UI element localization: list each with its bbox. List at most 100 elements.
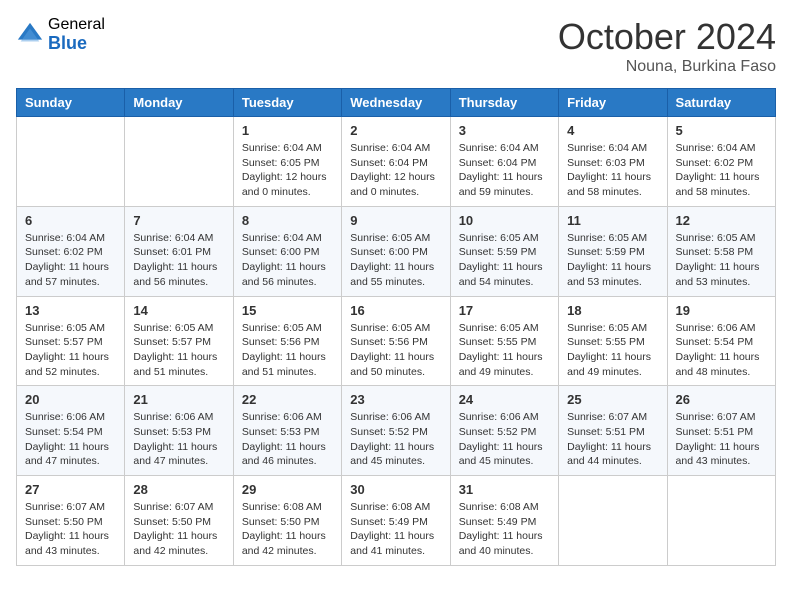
calendar-cell: 13 Sunrise: 6:05 AM Sunset: 5:57 PM Dayl… (17, 296, 125, 386)
calendar-week-row: 1 Sunrise: 6:04 AM Sunset: 6:05 PM Dayli… (17, 117, 776, 207)
column-header-monday: Monday (125, 89, 233, 117)
sunset-label: Sunset: 5:55 PM (567, 336, 645, 348)
day-number: 3 (459, 123, 550, 138)
day-info: Sunrise: 6:04 AM Sunset: 6:01 PM Dayligh… (133, 231, 224, 290)
day-info: Sunrise: 6:07 AM Sunset: 5:51 PM Dayligh… (567, 410, 658, 469)
day-info: Sunrise: 6:06 AM Sunset: 5:54 PM Dayligh… (676, 321, 767, 380)
day-number: 21 (133, 392, 224, 407)
sunset-label: Sunset: 5:50 PM (133, 516, 211, 528)
daylight-label: Daylight: 11 hours and 51 minutes. (242, 351, 326, 378)
logo-text: General Blue (48, 16, 105, 53)
sunrise-label: Sunrise: 6:07 AM (676, 411, 756, 423)
day-number: 9 (350, 213, 441, 228)
day-info: Sunrise: 6:04 AM Sunset: 6:04 PM Dayligh… (350, 141, 441, 200)
day-info: Sunrise: 6:08 AM Sunset: 5:49 PM Dayligh… (350, 500, 441, 559)
calendar-cell: 11 Sunrise: 6:05 AM Sunset: 5:59 PM Dayl… (559, 206, 667, 296)
location: Nouna, Burkina Faso (558, 58, 776, 76)
calendar-cell: 6 Sunrise: 6:04 AM Sunset: 6:02 PM Dayli… (17, 206, 125, 296)
sunset-label: Sunset: 6:01 PM (133, 246, 211, 258)
sunset-label: Sunset: 5:53 PM (242, 426, 320, 438)
day-number: 14 (133, 303, 224, 318)
sunset-label: Sunset: 5:57 PM (25, 336, 103, 348)
daylight-label: Daylight: 11 hours and 55 minutes. (350, 261, 434, 288)
daylight-label: Daylight: 11 hours and 43 minutes. (676, 441, 760, 468)
day-info: Sunrise: 6:06 AM Sunset: 5:52 PM Dayligh… (459, 410, 550, 469)
day-info: Sunrise: 6:05 AM Sunset: 5:56 PM Dayligh… (242, 321, 333, 380)
sunrise-label: Sunrise: 6:06 AM (133, 411, 213, 423)
calendar-week-row: 13 Sunrise: 6:05 AM Sunset: 5:57 PM Dayl… (17, 296, 776, 386)
sunset-label: Sunset: 6:00 PM (350, 246, 428, 258)
sunrise-label: Sunrise: 6:08 AM (350, 501, 430, 513)
daylight-label: Daylight: 11 hours and 45 minutes. (350, 441, 434, 468)
day-info: Sunrise: 6:05 AM Sunset: 5:55 PM Dayligh… (459, 321, 550, 380)
sunrise-label: Sunrise: 6:06 AM (242, 411, 322, 423)
calendar-cell: 2 Sunrise: 6:04 AM Sunset: 6:04 PM Dayli… (342, 117, 450, 207)
daylight-label: Daylight: 11 hours and 42 minutes. (242, 530, 326, 557)
daylight-label: Daylight: 11 hours and 51 minutes. (133, 351, 217, 378)
daylight-label: Daylight: 11 hours and 47 minutes. (133, 441, 217, 468)
calendar-week-row: 6 Sunrise: 6:04 AM Sunset: 6:02 PM Dayli… (17, 206, 776, 296)
day-info: Sunrise: 6:06 AM Sunset: 5:54 PM Dayligh… (25, 410, 116, 469)
month-title: October 2024 (558, 16, 776, 58)
sunrise-label: Sunrise: 6:04 AM (25, 232, 105, 244)
day-info: Sunrise: 6:05 AM Sunset: 5:58 PM Dayligh… (676, 231, 767, 290)
column-header-saturday: Saturday (667, 89, 775, 117)
calendar-cell: 31 Sunrise: 6:08 AM Sunset: 5:49 PM Dayl… (450, 476, 558, 566)
sunrise-label: Sunrise: 6:04 AM (459, 142, 539, 154)
day-number: 1 (242, 123, 333, 138)
day-info: Sunrise: 6:04 AM Sunset: 6:05 PM Dayligh… (242, 141, 333, 200)
sunset-label: Sunset: 6:05 PM (242, 157, 320, 169)
sunrise-label: Sunrise: 6:06 AM (676, 322, 756, 334)
day-number: 30 (350, 482, 441, 497)
day-number: 28 (133, 482, 224, 497)
sunrise-label: Sunrise: 6:05 AM (459, 322, 539, 334)
day-number: 11 (567, 213, 658, 228)
daylight-label: Daylight: 11 hours and 42 minutes. (133, 530, 217, 557)
calendar-cell: 3 Sunrise: 6:04 AM Sunset: 6:04 PM Dayli… (450, 117, 558, 207)
calendar-cell: 21 Sunrise: 6:06 AM Sunset: 5:53 PM Dayl… (125, 386, 233, 476)
sunset-label: Sunset: 5:56 PM (350, 336, 428, 348)
calendar-cell: 4 Sunrise: 6:04 AM Sunset: 6:03 PM Dayli… (559, 117, 667, 207)
day-info: Sunrise: 6:05 AM Sunset: 5:59 PM Dayligh… (459, 231, 550, 290)
sunset-label: Sunset: 6:02 PM (676, 157, 754, 169)
calendar-cell: 26 Sunrise: 6:07 AM Sunset: 5:51 PM Dayl… (667, 386, 775, 476)
daylight-label: Daylight: 11 hours and 48 minutes. (676, 351, 760, 378)
daylight-label: Daylight: 11 hours and 41 minutes. (350, 530, 434, 557)
sunset-label: Sunset: 5:52 PM (459, 426, 537, 438)
day-number: 4 (567, 123, 658, 138)
logo-icon (16, 21, 44, 49)
sunrise-label: Sunrise: 6:07 AM (25, 501, 105, 513)
sunset-label: Sunset: 5:56 PM (242, 336, 320, 348)
sunrise-label: Sunrise: 6:07 AM (133, 501, 213, 513)
calendar-cell: 1 Sunrise: 6:04 AM Sunset: 6:05 PM Dayli… (233, 117, 341, 207)
calendar-cell: 28 Sunrise: 6:07 AM Sunset: 5:50 PM Dayl… (125, 476, 233, 566)
calendar-cell: 25 Sunrise: 6:07 AM Sunset: 5:51 PM Dayl… (559, 386, 667, 476)
calendar-cell: 27 Sunrise: 6:07 AM Sunset: 5:50 PM Dayl… (17, 476, 125, 566)
calendar: SundayMondayTuesdayWednesdayThursdayFrid… (16, 88, 776, 566)
daylight-label: Daylight: 11 hours and 53 minutes. (676, 261, 760, 288)
day-info: Sunrise: 6:07 AM Sunset: 5:51 PM Dayligh… (676, 410, 767, 469)
day-info: Sunrise: 6:05 AM Sunset: 5:59 PM Dayligh… (567, 231, 658, 290)
calendar-cell: 23 Sunrise: 6:06 AM Sunset: 5:52 PM Dayl… (342, 386, 450, 476)
calendar-cell (667, 476, 775, 566)
sunset-label: Sunset: 6:04 PM (459, 157, 537, 169)
day-number: 25 (567, 392, 658, 407)
day-number: 12 (676, 213, 767, 228)
daylight-label: Daylight: 11 hours and 52 minutes. (25, 351, 109, 378)
logo: General Blue (16, 16, 105, 53)
sunset-label: Sunset: 6:04 PM (350, 157, 428, 169)
day-number: 20 (25, 392, 116, 407)
sunrise-label: Sunrise: 6:05 AM (459, 232, 539, 244)
calendar-cell (125, 117, 233, 207)
sunset-label: Sunset: 5:57 PM (133, 336, 211, 348)
sunset-label: Sunset: 6:02 PM (25, 246, 103, 258)
day-info: Sunrise: 6:07 AM Sunset: 5:50 PM Dayligh… (25, 500, 116, 559)
day-number: 5 (676, 123, 767, 138)
sunset-label: Sunset: 5:51 PM (676, 426, 754, 438)
sunset-label: Sunset: 5:50 PM (25, 516, 103, 528)
daylight-label: Daylight: 11 hours and 59 minutes. (459, 171, 543, 198)
calendar-cell: 18 Sunrise: 6:05 AM Sunset: 5:55 PM Dayl… (559, 296, 667, 386)
daylight-label: Daylight: 11 hours and 58 minutes. (567, 171, 651, 198)
calendar-cell: 22 Sunrise: 6:06 AM Sunset: 5:53 PM Dayl… (233, 386, 341, 476)
sunrise-label: Sunrise: 6:05 AM (350, 232, 430, 244)
